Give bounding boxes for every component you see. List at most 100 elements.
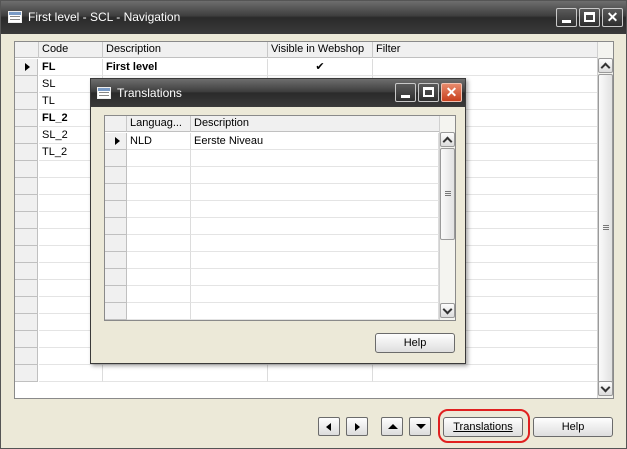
cell-description[interactable]	[191, 286, 439, 303]
row-selector[interactable]	[15, 195, 38, 212]
dialog-scroll-down-button[interactable]	[440, 303, 455, 318]
row-selector[interactable]	[15, 178, 38, 195]
vertical-scrollbar[interactable]	[597, 42, 613, 398]
row-selector[interactable]	[15, 280, 38, 297]
arrow-left-icon	[326, 423, 331, 431]
row-selector[interactable]	[15, 93, 38, 110]
cell-filter[interactable]	[373, 59, 598, 76]
scroll-down-button[interactable]	[598, 381, 613, 396]
scroll-up-button[interactable]	[598, 58, 613, 73]
cell-visible-in-webshop[interactable]	[268, 365, 373, 382]
main-titlebar[interactable]: First level - SCL - Navigation ✕	[1, 1, 626, 34]
cell-language[interactable]	[127, 235, 191, 252]
next-record-button[interactable]	[346, 417, 368, 436]
scroll-thumb[interactable]	[598, 74, 613, 383]
row-selector[interactable]	[15, 263, 38, 280]
cell-description[interactable]: Eerste Niveau	[191, 133, 439, 150]
maximize-button[interactable]	[579, 8, 600, 27]
cell-description[interactable]	[191, 269, 439, 286]
maximize-icon	[584, 12, 595, 22]
cell-filter[interactable]	[373, 365, 598, 382]
cell-language[interactable]	[127, 167, 191, 184]
row-selector[interactable]	[15, 331, 38, 348]
row-selector[interactable]	[15, 246, 38, 263]
cell-language[interactable]	[127, 269, 191, 286]
row-selector[interactable]	[15, 59, 38, 76]
column-header-description[interactable]: Description	[103, 42, 268, 58]
row-selector[interactable]	[105, 150, 127, 167]
cell-description[interactable]	[191, 184, 439, 201]
cell-description[interactable]	[103, 365, 268, 382]
move-down-button[interactable]	[409, 417, 431, 436]
cell-description[interactable]	[191, 303, 439, 320]
column-header-description[interactable]: Description	[191, 116, 439, 132]
cell-description[interactable]	[191, 218, 439, 235]
row-selector[interactable]	[105, 201, 127, 218]
arrow-down-icon	[416, 424, 426, 429]
row-selector[interactable]	[15, 110, 38, 127]
cell-language[interactable]	[127, 303, 191, 320]
row-selector[interactable]	[105, 303, 127, 320]
row-selector[interactable]	[105, 184, 127, 201]
help-button[interactable]: Help	[533, 417, 613, 437]
cell-description[interactable]	[191, 150, 439, 167]
cell-language[interactable]	[127, 150, 191, 167]
dialog-scroll-thumb[interactable]	[440, 148, 455, 240]
minimize-button[interactable]	[556, 8, 577, 27]
column-header-filter[interactable]: Filter	[373, 42, 598, 58]
row-selector[interactable]	[105, 235, 127, 252]
column-header-language[interactable]: Languag...	[127, 116, 191, 132]
cell-description[interactable]	[191, 252, 439, 269]
row-selector[interactable]	[15, 144, 38, 161]
row-selector[interactable]	[15, 348, 38, 365]
row-selector[interactable]	[15, 229, 38, 246]
row-selector[interactable]	[15, 365, 38, 382]
row-selector[interactable]	[15, 161, 38, 178]
row-selector[interactable]	[15, 127, 38, 144]
dialog-titlebar[interactable]: Translations ✕	[91, 79, 465, 107]
cell-code[interactable]: FL	[39, 59, 103, 76]
row-selector[interactable]	[15, 212, 38, 229]
window-title: First level - SCL - Navigation	[28, 10, 181, 24]
dialog-help-button[interactable]: Help	[375, 333, 455, 353]
cell-code[interactable]	[39, 365, 103, 382]
cell-description[interactable]	[191, 235, 439, 252]
dialog-vertical-scrollbar[interactable]	[439, 116, 455, 320]
row-selector[interactable]	[105, 252, 127, 269]
dialog-maximize-button[interactable]	[418, 83, 439, 102]
translations-button[interactable]: Translations	[443, 417, 523, 437]
row-selector[interactable]	[15, 297, 38, 314]
chevron-down-icon	[442, 304, 453, 315]
cell-language[interactable]	[127, 218, 191, 235]
column-header-visible-in-webshop[interactable]: Visible in Webshop	[268, 42, 373, 58]
translations-grid-header: Languag... Description	[105, 116, 439, 132]
cell-description[interactable]	[191, 167, 439, 184]
column-header-code[interactable]: Code	[39, 42, 103, 58]
row-selector[interactable]	[105, 218, 127, 235]
cell-visible-in-webshop[interactable]: ✔	[268, 59, 373, 76]
cell-language[interactable]	[127, 184, 191, 201]
chevron-up-icon	[600, 62, 611, 73]
row-selector[interactable]	[15, 76, 38, 93]
close-button[interactable]: ✕	[602, 8, 623, 27]
row-selector[interactable]	[105, 133, 127, 150]
row-selector[interactable]	[105, 167, 127, 184]
row-selector[interactable]	[105, 286, 127, 303]
previous-record-button[interactable]	[318, 417, 340, 436]
dialog-minimize-button[interactable]	[395, 83, 416, 102]
table-window-icon	[97, 87, 111, 99]
close-icon: ✕	[445, 84, 458, 100]
row-selector[interactable]	[15, 314, 38, 331]
cell-language[interactable]: NLD	[127, 133, 191, 150]
dialog-close-button[interactable]: ✕	[441, 83, 462, 102]
cell-language[interactable]	[127, 286, 191, 303]
row-selector[interactable]	[105, 269, 127, 286]
cell-language[interactable]	[127, 252, 191, 269]
move-up-button[interactable]	[381, 417, 403, 436]
chevron-up-icon	[442, 136, 453, 147]
cell-language[interactable]	[127, 201, 191, 218]
dialog-scroll-up-button[interactable]	[440, 132, 455, 147]
cell-description[interactable]	[191, 201, 439, 218]
cell-description[interactable]: First level	[103, 59, 268, 76]
arrow-right-icon	[355, 423, 360, 431]
